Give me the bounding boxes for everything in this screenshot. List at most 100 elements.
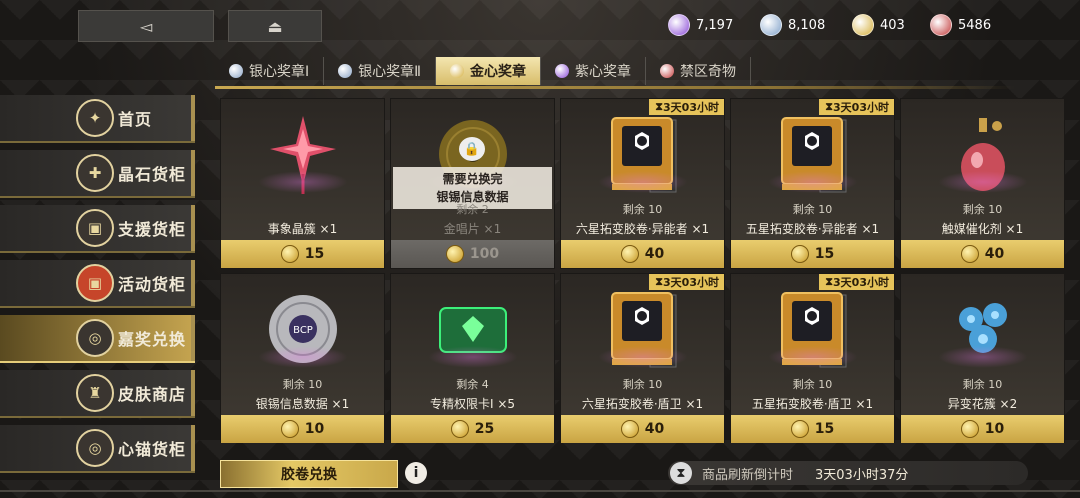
currency-item: 403 [852,14,905,36]
price-value: 15 [814,246,835,262]
shop-item-card[interactable]: ⧗ 3天03小时 剩余 10 五星拓变胶卷·异能者 ×1 15 [730,98,895,269]
purple-gem-icon [668,14,690,36]
award-exchange-icon: ◎ [76,319,114,357]
shop-item-card[interactable]: ⧗ 3天03小时 剩余 10 六星拓变胶卷·异能者 ×1 40 [560,98,725,269]
refresh-time: 3天03小时37分 [815,467,909,483]
sidebar-item[interactable]: ◎ 心锚货柜 [0,425,195,473]
shop-item-card[interactable]: BCP 剩余 10 银锡信息数据 ×1 10 [220,273,385,443]
shop-item-card[interactable]: 剩余 10 异变花簇 ×2 10 [900,273,1065,443]
countdown-badge: ⧗ 3天03小时 [649,274,724,290]
home-button[interactable]: ⏏ [228,10,322,42]
price-button[interactable]: 100 [391,240,554,268]
sidebar-item[interactable]: ◎ 嘉奖兑换 [0,315,195,363]
gold-medal-icon [620,420,639,438]
silver-record-icon: BCP [221,274,384,384]
crystal-icon: ✚ [76,154,114,192]
price-value: 10 [984,421,1005,437]
tab-label: 紫心奖章 [575,64,632,80]
crystal-cluster-icon [221,99,384,209]
price-button[interactable]: 15 [221,240,384,268]
hourglass-icon: ⧗ [825,100,834,113]
price-button[interactable]: 15 [731,415,894,443]
tab-item[interactable]: 银心奖章Ⅱ [324,57,437,85]
home-icon: ⏏ [267,16,283,36]
info-button[interactable]: i [405,462,427,484]
sidebar-item[interactable]: ▣ 活动货柜 [0,260,195,308]
sidebar-item-label: 活动货柜 [118,275,187,294]
item-name: 事象晶簇 ×1 [267,222,338,236]
shop-item-card[interactable]: ⧗ 3天03小时 剩余 10 六星拓变胶卷·盾卫 ×1 40 [560,273,725,443]
sidebar-item-label: 支援货柜 [118,220,187,239]
shop-item-card[interactable]: ⧗ 3天03小时 剩余 10 五星拓变胶卷·盾卫 ×1 15 [730,273,895,443]
item-name: 金唱片 ×1 [443,222,502,236]
shop-item-card[interactable]: 剩余 4 专精权限卡Ⅰ ×5 25 [390,273,555,443]
tab-item[interactable]: 紫心奖章 [541,57,647,85]
skin-shop-icon: ♜ [76,374,114,412]
sidebar-item-label: 皮肤商店 [118,385,187,404]
access-card-icon [391,274,554,384]
back-icon: ◅ [139,16,153,36]
medal-icon [338,64,353,78]
price-button[interactable]: 25 [391,415,554,443]
currency-value: 5486 [958,17,992,33]
price-value: 40 [644,421,665,437]
gold-medal-icon [450,420,469,438]
sidebar-item-label: 心锚货柜 [118,440,187,459]
price-button[interactable]: 40 [561,415,724,443]
shop-item-card[interactable]: 剩余 10 触媒催化剂 ×1 40 [900,98,1065,269]
item-name: 五星拓变胶卷·异能者 ×1 [745,222,880,236]
tab-item[interactable]: 金心奖章 [436,57,542,85]
price-button[interactable]: 15 [731,240,894,268]
sidebar-item-label: 首页 [118,110,153,129]
film-canister-icon [731,274,894,384]
tab-label: 银心奖章Ⅰ [249,64,310,80]
price-value: 25 [474,421,495,437]
currency-value: 7,197 [696,17,734,33]
item-name: 异变花簇 ×2 [947,397,1018,411]
capsule-exchange-button[interactable]: 胶卷兑换 [220,460,398,488]
back-button[interactable]: ◅ [78,10,214,42]
price-value: 15 [814,421,835,437]
item-remaining: 剩余 2 [456,203,489,216]
flower-cluster-icon [901,274,1064,384]
sidebar-item[interactable]: ▣ 支援货柜 [0,205,195,253]
refresh-countdown: ⧗ 商品刷新倒计时 3天03小时37分 [668,461,1028,485]
price-value: 100 [469,246,500,262]
item-remaining: 剩余 10 [792,203,833,216]
item-remaining: 剩余 10 [282,378,323,391]
shop-item-card[interactable]: 事象晶簇 ×1 15 [220,98,385,269]
price-value: 40 [984,246,1005,262]
price-button[interactable]: 40 [901,240,1064,268]
sidebar-item-label: 晶石货柜 [118,165,187,184]
countdown-text: 3天03小时 [663,101,719,114]
film-canister-icon [561,274,724,384]
hourglass-icon: ⧗ [655,100,664,113]
hourglass-icon: ⧗ [825,275,834,288]
sidebar-item[interactable]: ♜ 皮肤商店 [0,370,195,418]
item-remaining: 剩余 10 [622,203,663,216]
medal-icon [229,64,243,78]
gold-medal-icon [790,245,809,263]
sidebar-item-label: 嘉奖兑换 [118,330,187,349]
tab-item[interactable]: 禁区奇物 [646,57,752,85]
lock-text-line: 需要兑换完 [442,172,503,186]
gold-medal-icon [280,420,299,438]
tab-bar: 银心奖章Ⅰ 银心奖章Ⅱ 金心奖章 紫心奖章 禁区奇物 [215,57,752,85]
bottom-edge [0,490,1080,492]
price-button[interactable]: 10 [901,415,1064,443]
price-button[interactable]: 40 [561,240,724,268]
tab-underline [215,86,1015,89]
tab-item[interactable]: 银心奖章Ⅰ [215,57,325,85]
price-value: 10 [304,421,325,437]
sidebar-item[interactable]: ✦ 首页 [0,95,195,143]
sidebar-item[interactable]: ✚ 晶石货柜 [0,150,195,198]
price-button[interactable]: 10 [221,415,384,443]
item-remaining: 剩余 4 [456,378,489,391]
shop-item-card[interactable]: 🔒 需要兑换完 银锡信息数据 剩余 2 金唱片 ×1 100 [390,98,555,269]
medal-icon [660,64,675,78]
currency-item: 5486 [930,14,991,36]
countdown-badge: ⧗ 3天03小时 [819,274,894,290]
gold-medal-icon [620,245,639,263]
svg-text:BCP: BCP [293,325,313,336]
tab-label: 金心奖章 [470,64,527,80]
